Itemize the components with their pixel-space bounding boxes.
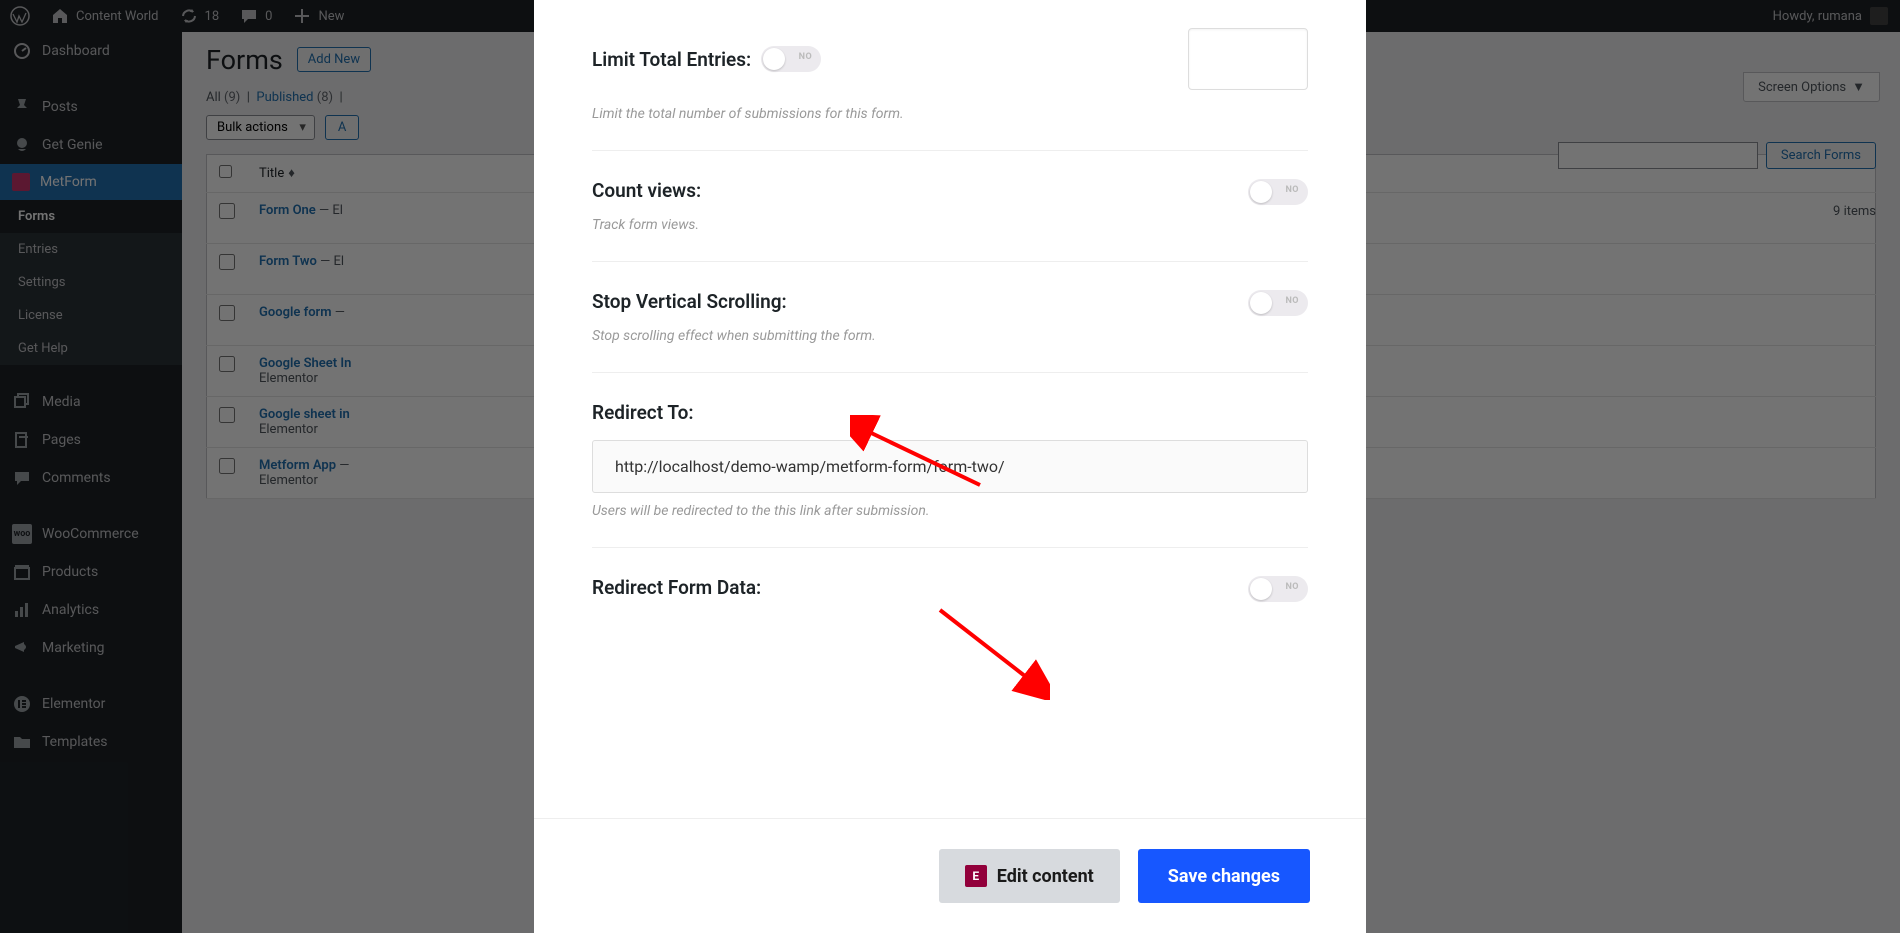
stop-toggle[interactable]: NO xyxy=(1248,290,1308,316)
edit-content-button[interactable]: EEdit content xyxy=(939,849,1120,903)
stop-label: Stop Vertical Scrolling: xyxy=(592,290,787,313)
setting-redirect-to: Redirect To: Users will be redirected to… xyxy=(592,373,1308,548)
count-toggle[interactable]: NO xyxy=(1248,179,1308,205)
limit-toggle[interactable]: NO xyxy=(761,46,821,72)
form-settings-modal: Limit Total Entries: NO Limit the total … xyxy=(534,0,1366,933)
elementor-icon: E xyxy=(965,865,987,887)
setting-limit-entries: Limit Total Entries: NO Limit the total … xyxy=(592,0,1308,151)
setting-redirect-data: Redirect Form Data: NO xyxy=(592,548,1308,630)
stop-desc: Stop scrolling effect when submitting th… xyxy=(592,328,1308,344)
setting-stop-scroll: Stop Vertical Scrolling: NO Stop scrolli… xyxy=(592,262,1308,373)
redirectdata-label: Redirect Form Data: xyxy=(592,576,761,599)
redirectdata-toggle[interactable]: NO xyxy=(1248,576,1308,602)
save-changes-button[interactable]: Save changes xyxy=(1138,849,1310,903)
modal-footer: EEdit content Save changes xyxy=(534,818,1366,933)
limit-label: Limit Total Entries: xyxy=(592,48,751,71)
setting-count-views: Count views: NO Track form views. xyxy=(592,151,1308,262)
limit-desc: Limit the total number of submissions fo… xyxy=(592,106,1308,122)
limit-input-placeholder[interactable] xyxy=(1188,28,1308,90)
redirect-desc: Users will be redirected to the this lin… xyxy=(592,503,1308,519)
modal-overlay: Limit Total Entries: NO Limit the total … xyxy=(0,0,1900,933)
redirect-label: Redirect To: xyxy=(592,401,1308,424)
count-desc: Track form views. xyxy=(592,217,1308,233)
redirect-url-input[interactable] xyxy=(592,440,1308,493)
count-label: Count views: xyxy=(592,179,701,202)
